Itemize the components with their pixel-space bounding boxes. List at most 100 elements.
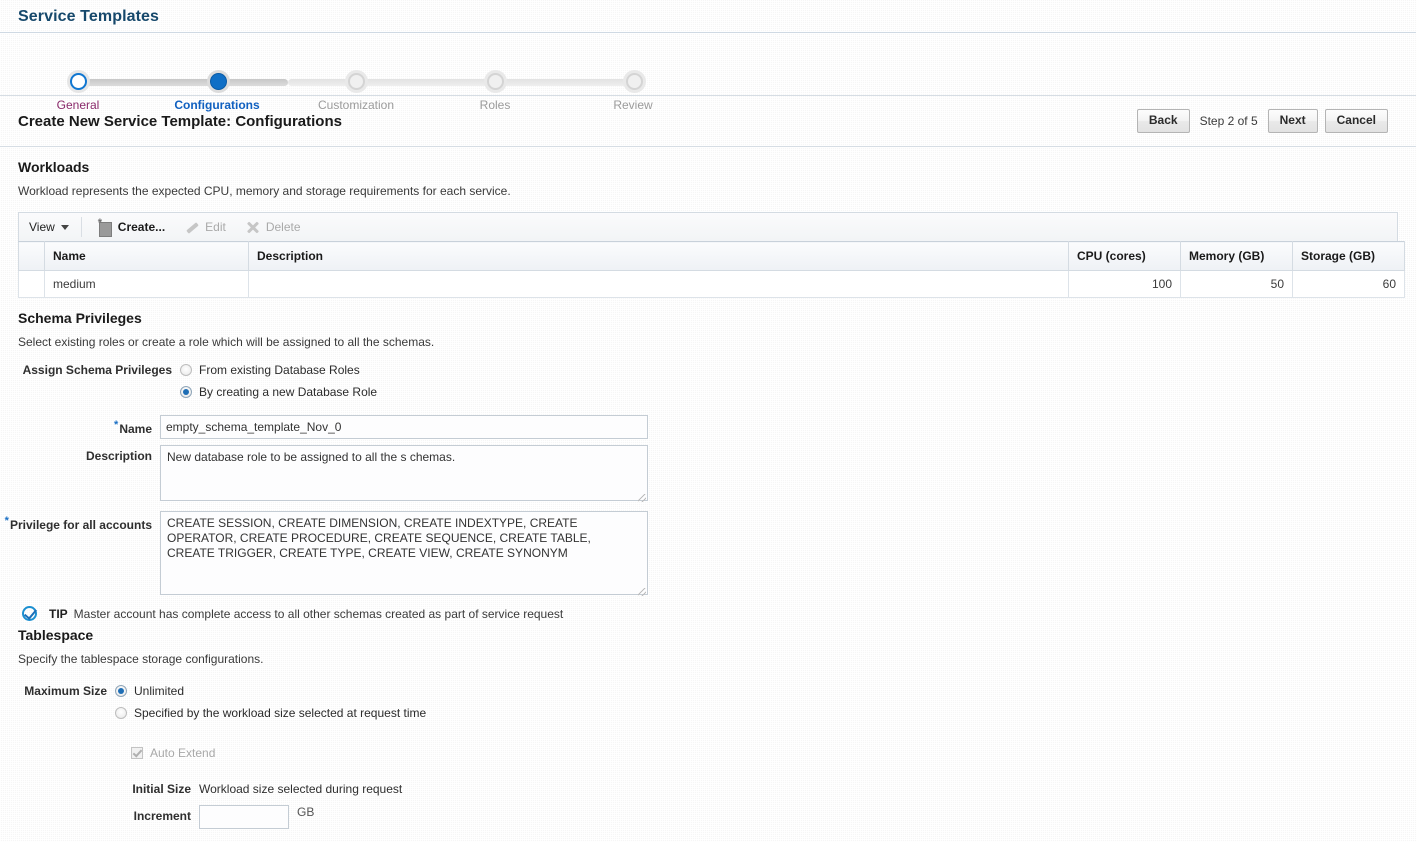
privilege-label-text: Privilege for all accounts	[9, 518, 152, 532]
role-description-wrap: New database role to be assigned to all …	[160, 445, 648, 504]
tablespace-description: Specify the tablespace storage configura…	[18, 652, 264, 666]
radio-icon-unchecked[interactable]	[180, 364, 192, 376]
cell-name: medium	[44, 270, 249, 298]
resize-grip-icon[interactable]	[638, 494, 646, 502]
assign-schema-privileges-label: Assign Schema Privileges	[22, 363, 172, 377]
initial-size-label: Initial Size	[132, 782, 191, 796]
delete-workload-button: Delete	[236, 218, 311, 236]
tip-label: TIP	[49, 606, 68, 621]
train-bar-2a	[218, 79, 288, 86]
train-bar-2b	[288, 79, 357, 86]
privilege-textarea[interactable]: CREATE SESSION, CREATE DIMENSION, CREATE…	[160, 511, 648, 595]
radio-create-new-role[interactable]: By creating a new Database Role	[180, 381, 377, 403]
tablespace-heading: Tablespace	[18, 627, 94, 643]
maximum-size-label: Maximum Size	[24, 684, 107, 698]
train-step-customization-dot[interactable]	[348, 73, 365, 90]
initial-size-value: Workload size selected during request	[199, 782, 403, 796]
delete-workload-label: Delete	[265, 220, 301, 234]
step-indicator: Step 2 of 5	[1199, 114, 1258, 128]
wizard-header-bar: Create New Service Template: Configurati…	[0, 96, 1416, 147]
view-menu-button[interactable]: View	[27, 220, 79, 234]
train-track: General Configurations Customization Rol…	[0, 33, 700, 112]
wizard-actions: Back Step 2 of 5 Next Cancel	[1136, 109, 1388, 133]
view-menu-label: View	[29, 220, 55, 234]
role-name-input[interactable]	[160, 415, 648, 439]
train-bar-4	[495, 79, 634, 86]
create-workload-button[interactable]: * Create...	[88, 217, 175, 237]
radio-from-existing-roles-label: From existing Database Roles	[199, 363, 360, 377]
increment-unit: GB	[297, 805, 315, 819]
column-header-description[interactable]: Description	[248, 241, 1069, 271]
cell-memory: 50	[1180, 270, 1293, 298]
checkbox-auto-extend: Auto Extend	[131, 742, 215, 764]
maximum-size-options: Unlimited Specified by the workload size…	[115, 680, 426, 724]
radio-icon-checked[interactable]	[180, 386, 192, 398]
required-indicator-icon-2: *	[4, 515, 9, 527]
next-button[interactable]: Next	[1267, 109, 1318, 133]
schema-privileges-heading: Schema Privileges	[18, 310, 142, 326]
page-title-bar: Service Templates	[0, 0, 1416, 33]
role-description-textarea[interactable]: New database role to be assigned to all …	[160, 445, 648, 501]
role-name-label-text: Name	[119, 422, 152, 436]
train-bar-3	[357, 79, 495, 86]
create-document-icon: *	[98, 217, 112, 237]
assign-schema-privileges-group: Assign Schema Privileges From existing D…	[0, 359, 1416, 598]
workloads-table: Name Description CPU (cores) Memory (GB)…	[18, 241, 1405, 298]
cell-storage: 60	[1292, 270, 1405, 298]
table-header-row: Name Description CPU (cores) Memory (GB)…	[18, 241, 1405, 271]
cell-description	[248, 270, 1069, 298]
radio-unlimited-label: Unlimited	[134, 684, 185, 698]
edit-workload-label: Edit	[205, 220, 226, 234]
column-header-name[interactable]: Name	[44, 241, 249, 271]
assign-options: From existing Database Roles By creating…	[180, 359, 377, 403]
radio-create-new-role-label: By creating a new Database Role	[199, 385, 378, 399]
row-select-cell[interactable]	[18, 270, 45, 298]
column-header-storage[interactable]: Storage (GB)	[1292, 241, 1405, 271]
close-x-icon	[246, 220, 260, 234]
check-circle-icon	[22, 606, 37, 621]
auto-extend-label: Auto Extend	[150, 746, 216, 760]
tip-row: TIP Master account has complete access t…	[0, 598, 1416, 621]
page-title: Service Templates	[18, 8, 160, 25]
role-description-label: Description	[85, 449, 152, 463]
tablespace-form: Maximum Size Unlimited Specified by the …	[0, 680, 1416, 829]
checkbox-icon-checked	[131, 747, 143, 759]
privilege-wrap: CREATE SESSION, CREATE DIMENSION, CREATE…	[160, 511, 648, 598]
cancel-button[interactable]: Cancel	[1324, 109, 1388, 133]
wizard-page-heading: Create New Service Template: Configurati…	[18, 112, 342, 130]
workloads-toolbar: View * Create... Edit Delete	[18, 212, 1398, 241]
workloads-table-block: View * Create... Edit Delete Name Descri…	[18, 212, 1405, 298]
train-step-general-dot[interactable]	[70, 73, 87, 90]
column-header-cpu[interactable]: CPU (cores)	[1068, 241, 1181, 271]
resize-grip-icon-2[interactable]	[638, 588, 646, 596]
train-step-roles-dot[interactable]	[487, 73, 504, 90]
toolbar-divider	[80, 217, 82, 237]
chevron-down-icon	[60, 224, 69, 230]
increment-label: Increment	[133, 809, 191, 823]
privilege-label: *Privilege for all accounts	[0, 511, 160, 532]
radio-from-existing-roles[interactable]: From existing Database Roles	[180, 359, 377, 381]
radio-workload-specified-label: Specified by the workload size selected …	[134, 706, 427, 720]
role-name-label: *Name	[0, 415, 160, 436]
create-workload-label: Create...	[117, 220, 166, 234]
table-row[interactable]: medium 100 50 60	[18, 270, 1405, 298]
edit-workload-button: Edit	[175, 218, 236, 236]
radio-icon-checked-unlimited[interactable]	[115, 685, 127, 697]
radio-unlimited[interactable]: Unlimited	[115, 680, 426, 702]
radio-icon-unchecked-workload[interactable]	[115, 707, 127, 719]
auto-extend-spacer	[0, 742, 131, 746]
train-step-configurations-dot[interactable]	[210, 73, 227, 90]
increment-input[interactable]	[199, 805, 289, 829]
train-step-review-dot[interactable]	[626, 73, 643, 90]
workloads-heading: Workloads	[18, 159, 90, 175]
row-select-header	[18, 241, 45, 271]
schema-privileges-description: Select existing roles or create a role w…	[18, 335, 435, 349]
tip-text: Master account has complete access to al…	[73, 606, 564, 621]
train-bar-1	[86, 79, 218, 86]
wizard-train: General Configurations Customization Rol…	[0, 33, 1416, 112]
column-header-memory[interactable]: Memory (GB)	[1180, 241, 1293, 271]
back-button[interactable]: Back	[1136, 109, 1190, 133]
radio-workload-specified[interactable]: Specified by the workload size selected …	[115, 702, 426, 724]
cell-cpu: 100	[1068, 270, 1181, 298]
pencil-icon	[185, 220, 199, 234]
